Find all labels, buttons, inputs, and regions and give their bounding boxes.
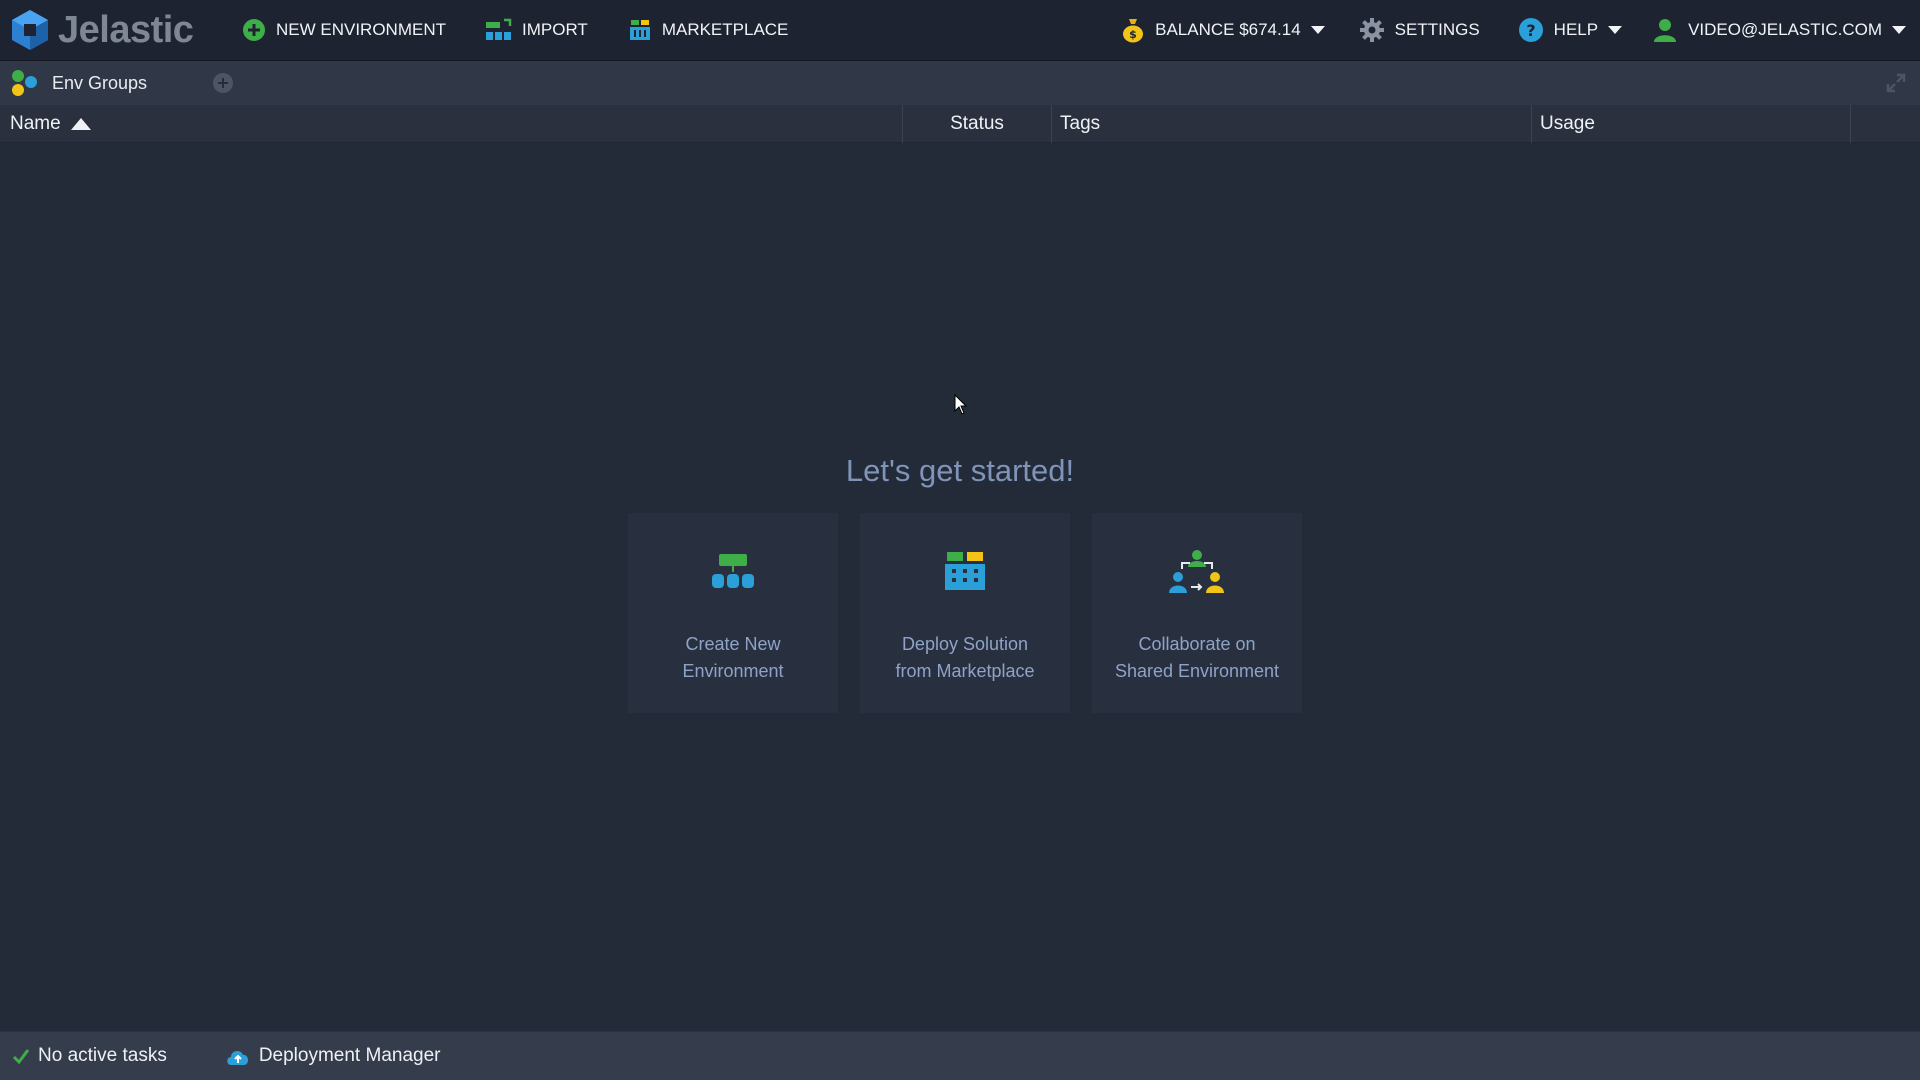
help-label: HELP (1553, 20, 1599, 39)
column-header-tags[interactable]: Tags (1052, 105, 1532, 143)
add-group-icon[interactable]: + (213, 73, 234, 93)
settings-button[interactable]: SETTINGS (1359, 0, 1480, 61)
marketplace-label: MARKETPLACE (661, 20, 789, 39)
empty-state-heading: Let's get started! (845, 453, 1075, 488)
user-icon (1654, 19, 1677, 42)
import-icon (486, 18, 512, 40)
environment-grid-header: Name Status Tags Usage (0, 105, 1920, 143)
card-label-line1: Collaborate on (1138, 634, 1256, 654)
new-environment-label: NEW ENVIRONMENT (276, 20, 446, 39)
column-tags-label: Tags (1060, 113, 1101, 134)
card-label-line2: Environment (682, 661, 784, 681)
environment-list-area: Let's get started! Create New Environmen… (0, 143, 1920, 1031)
jelastic-logo[interactable]: Jelastic (0, 0, 220, 61)
create-environment-card[interactable]: Create New Environment (628, 513, 838, 713)
svg-text:$: $ (1129, 28, 1137, 41)
account-label: VIDEO@JELASTIC.COM (1688, 20, 1882, 39)
column-header-status[interactable]: Status (903, 105, 1052, 143)
account-dropdown[interactable]: VIDEO@JELASTIC.COM (1652, 0, 1906, 61)
chevron-down-icon (1608, 26, 1623, 34)
cloud-upload-icon (227, 1051, 248, 1065)
deploy-marketplace-card[interactable]: Deploy Solution from Marketplace (860, 513, 1070, 713)
gear-icon (1359, 18, 1384, 42)
question-circle-icon: ? (1518, 18, 1543, 42)
environment-topology-icon (712, 554, 754, 588)
mouse-cursor-icon (954, 394, 968, 415)
jelastic-cube-icon (12, 10, 48, 50)
column-usage-label: Usage (1540, 113, 1595, 134)
env-groups-bar: Env Groups + (0, 61, 1920, 105)
deployment-manager-label: Deployment Manager (258, 1045, 441, 1066)
column-header-name[interactable]: Name (0, 105, 903, 143)
checkmark-icon (12, 1049, 30, 1065)
env-groups-icon (12, 70, 37, 96)
chevron-down-icon (1892, 26, 1906, 34)
import-label: IMPORT (522, 20, 588, 39)
sort-ascending-icon (70, 118, 91, 130)
settings-label: SETTINGS (1394, 20, 1480, 39)
help-dropdown[interactable]: ? HELP (1518, 0, 1623, 61)
import-button[interactable]: IMPORT (484, 0, 588, 61)
marketplace-button[interactable]: MARKETPLACE (628, 0, 789, 61)
logo-text: Jelastic (58, 8, 194, 51)
basket-icon (629, 20, 650, 40)
tasks-status-label: No active tasks (38, 1045, 167, 1066)
balance-label: BALANCE $674.14 (1155, 20, 1301, 39)
column-status-label: Status (950, 113, 1004, 134)
card-label-line2: Shared Environment (1114, 661, 1280, 681)
plus-circle-icon (243, 19, 265, 41)
svg-text:?: ? (1526, 21, 1535, 40)
marketplace-basket-icon (945, 552, 985, 590)
column-header-filler (1851, 105, 1920, 143)
shared-users-icon (1169, 550, 1224, 593)
card-label-line1: Create New (685, 634, 781, 654)
money-bag-icon: $ (1123, 19, 1144, 43)
quick-start-cards: Create New Environment Deploy Solution f… (628, 513, 1302, 713)
top-toolbar: Jelastic NEW ENVIRONMENT IMPORT MARKETPL… (0, 0, 1920, 61)
card-label-line2: from Marketplace (895, 661, 1035, 681)
env-groups-button[interactable]: Env Groups (0, 61, 147, 105)
new-environment-button[interactable]: NEW ENVIRONMENT (242, 0, 446, 61)
card-label-line1: Deploy Solution (901, 634, 1029, 654)
chevron-down-icon (1310, 26, 1325, 34)
tasks-status[interactable]: No active tasks (12, 1032, 167, 1080)
collaborate-shared-card[interactable]: Collaborate on Shared Environment (1092, 513, 1302, 713)
env-groups-label: Env Groups (52, 72, 148, 93)
column-name-label: Name (10, 113, 61, 134)
deployment-manager-button[interactable]: Deployment Manager (225, 1032, 441, 1080)
balance-dropdown[interactable]: $ BALANCE $674.14 (1121, 0, 1325, 61)
status-bar: No active tasks Deployment Manager (0, 1031, 1920, 1080)
expand-icon[interactable] (1886, 73, 1906, 93)
column-header-usage[interactable]: Usage (1532, 105, 1851, 143)
